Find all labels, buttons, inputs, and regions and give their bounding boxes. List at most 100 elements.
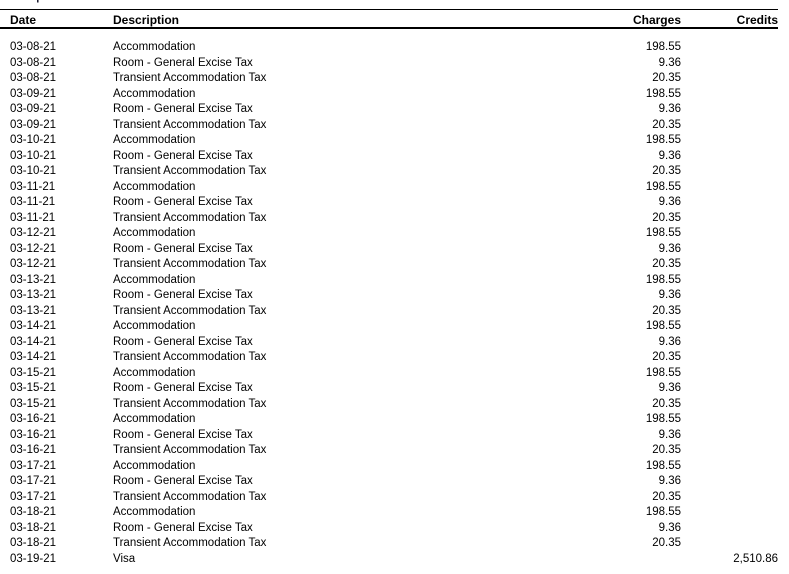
cell-description: Transient Accommodation Tax xyxy=(113,72,267,84)
cell-charges: 20.35 xyxy=(652,537,681,549)
cell-charges: 20.35 xyxy=(652,118,681,131)
table-row: 03-19-21 Visa 2,510.86 xyxy=(0,552,778,568)
table-row: 03-10-21 Transient Accommodation Tax 20.35 xyxy=(0,164,778,180)
cell-description: Accommodation xyxy=(113,227,196,239)
table-row: 03-11-21 Room - General Excise Tax 9.36 xyxy=(0,195,778,211)
cell-charges: 9.36 xyxy=(658,521,681,534)
cell-description: Room - General Excise Tax xyxy=(113,242,253,255)
cell-date: 03-13-21 xyxy=(10,289,57,301)
cell-date: 03-16-21 xyxy=(10,428,57,441)
cell-date: 03-08-21 xyxy=(10,56,57,69)
cell-description: Transient Accommodation Tax xyxy=(113,118,267,131)
column-header-date: Date xyxy=(10,13,37,27)
table-row: 03-14-21 Transient Accommodation Tax 20.35 xyxy=(0,350,778,366)
cell-description: Accommodation xyxy=(113,134,196,146)
cell-date: 03-17-21 xyxy=(10,459,57,472)
cell-charges: 20.35 xyxy=(652,72,681,84)
cell-description: Room - General Excise Tax xyxy=(113,289,253,301)
cell-description: Transient Accommodation Tax xyxy=(113,211,267,224)
cell-description: Room - General Excise Tax xyxy=(113,196,253,208)
cell-description: Accommodation xyxy=(113,413,196,425)
cell-description: Room - General Excise Tax xyxy=(113,56,253,69)
cell-date: 03-09-21 xyxy=(10,118,57,131)
cell-date: 03-18-21 xyxy=(10,506,57,518)
cell-date: 03-09-21 xyxy=(10,103,57,115)
table-row: 03-12-21 Transient Accommodation Tax 20.35 xyxy=(0,257,778,273)
cell-date: 03-15-21 xyxy=(10,366,57,379)
cell-description: Transient Accommodation Tax xyxy=(113,258,267,270)
column-header-description: Description xyxy=(113,13,180,27)
cell-date: 03-16-21 xyxy=(10,413,57,425)
cell-description: Room - General Excise Tax xyxy=(113,521,253,534)
cell-description: Transient Accommodation Tax xyxy=(113,304,267,317)
cell-description: Room - General Excise Tax xyxy=(113,428,253,441)
table-row: 03-17-21 Transient Accommodation Tax 20.35 xyxy=(0,490,778,506)
cell-description: Transient Accommodation Tax xyxy=(113,165,267,177)
cell-description: Accommodation xyxy=(113,273,196,286)
cell-charges: 20.35 xyxy=(652,490,681,503)
cell-charges: 198.55 xyxy=(645,366,681,379)
table-row: 03-14-21 Accommodation 198.55 xyxy=(0,319,778,335)
column-header-charges: Charges xyxy=(632,13,681,27)
cell-charges: 20.35 xyxy=(652,304,681,317)
cell-date: 03-08-21 xyxy=(10,41,57,53)
cell-charges: 9.36 xyxy=(658,289,681,301)
table-row: 03-16-21 Room - General Excise Tax 9.36 xyxy=(0,428,778,444)
cell-date: 03-17-21 xyxy=(10,475,57,487)
table-row: 03-11-21 Transient Accommodation Tax 20.35 xyxy=(0,211,778,227)
table-row: 03-15-21 Accommodation 198.55 xyxy=(0,366,778,382)
cell-date: 03-08-21 xyxy=(10,72,57,84)
cell-charges: 20.35 xyxy=(652,397,681,410)
cell-charges: 198.55 xyxy=(645,506,681,518)
cell-charges: 9.36 xyxy=(658,475,681,487)
cell-charges: 198.55 xyxy=(645,320,681,332)
cell-charges: 198.55 xyxy=(645,273,681,286)
cell-description: Room - General Excise Tax xyxy=(113,103,253,115)
cell-date: 03-13-21 xyxy=(10,304,57,317)
cell-date: 03-14-21 xyxy=(10,335,57,348)
cell-charges: 198.55 xyxy=(645,41,681,53)
cell-charges: 9.36 xyxy=(658,56,681,69)
cell-description: Room - General Excise Tax xyxy=(113,382,253,394)
group-name-label: Group Name xyxy=(10,0,76,4)
cell-description: Room - General Excise Tax xyxy=(113,475,253,487)
cell-date: 03-18-21 xyxy=(10,537,57,549)
cell-charges: 198.55 xyxy=(645,459,681,472)
table-row: 03-15-21 Room - General Excise Tax 9.36 xyxy=(0,381,778,397)
folio-meta-strip: Group Name Folio No. xyxy=(0,0,789,9)
cell-date: 03-15-21 xyxy=(10,382,57,394)
cell-date: 03-18-21 xyxy=(10,521,57,534)
cell-description: Transient Accommodation Tax xyxy=(113,490,267,503)
table-row: 03-11-21 Accommodation 198.55 xyxy=(0,180,778,196)
cell-date: 03-12-21 xyxy=(10,258,57,270)
table-row: 03-17-21 Room - General Excise Tax 9.36 xyxy=(0,474,778,490)
table-row: 03-08-21 Room - General Excise Tax 9.36 xyxy=(0,56,778,72)
cell-date: 03-12-21 xyxy=(10,227,57,239)
cell-charges: 198.55 xyxy=(645,87,681,100)
table-row: 03-12-21 Accommodation 198.55 xyxy=(0,226,778,242)
cell-description: Accommodation xyxy=(113,320,196,332)
cell-charges: 9.36 xyxy=(658,242,681,255)
cell-charges: 9.36 xyxy=(658,382,681,394)
cell-description: Transient Accommodation Tax xyxy=(113,397,267,410)
cell-description: Accommodation xyxy=(113,87,196,100)
cell-description: Accommodation xyxy=(113,506,196,518)
cell-date: 03-11-21 xyxy=(10,180,56,193)
cell-description: Accommodation xyxy=(113,366,196,379)
table-row: 03-12-21 Room - General Excise Tax 9.36 xyxy=(0,242,778,258)
table-body: 03-08-21 Accommodation 198.55 03-08-21 Room … xyxy=(0,29,778,567)
cell-charges: 9.36 xyxy=(658,103,681,115)
cell-description: Accommodation xyxy=(113,459,196,472)
table-row: 03-18-21 Room - General Excise Tax 9.36 xyxy=(0,521,778,537)
table-row: 03-18-21 Accommodation 198.55 xyxy=(0,505,778,521)
cell-description: Accommodation xyxy=(113,180,196,193)
table-row: 03-13-21 Transient Accommodation Tax 20.35 xyxy=(0,304,778,320)
table-row: 03-16-21 Accommodation 198.55 xyxy=(0,412,778,428)
cell-date: 03-12-21 xyxy=(10,242,57,255)
cell-charges: 20.35 xyxy=(652,211,681,224)
table-row: 03-10-21 Accommodation 198.55 xyxy=(0,133,778,149)
folio-charges-table: Date Description Charges Credits 03-08-2… xyxy=(0,9,778,567)
cell-charges: 20.35 xyxy=(652,351,681,363)
cell-charges: 20.35 xyxy=(652,444,681,456)
cell-charges: 198.55 xyxy=(645,413,681,425)
